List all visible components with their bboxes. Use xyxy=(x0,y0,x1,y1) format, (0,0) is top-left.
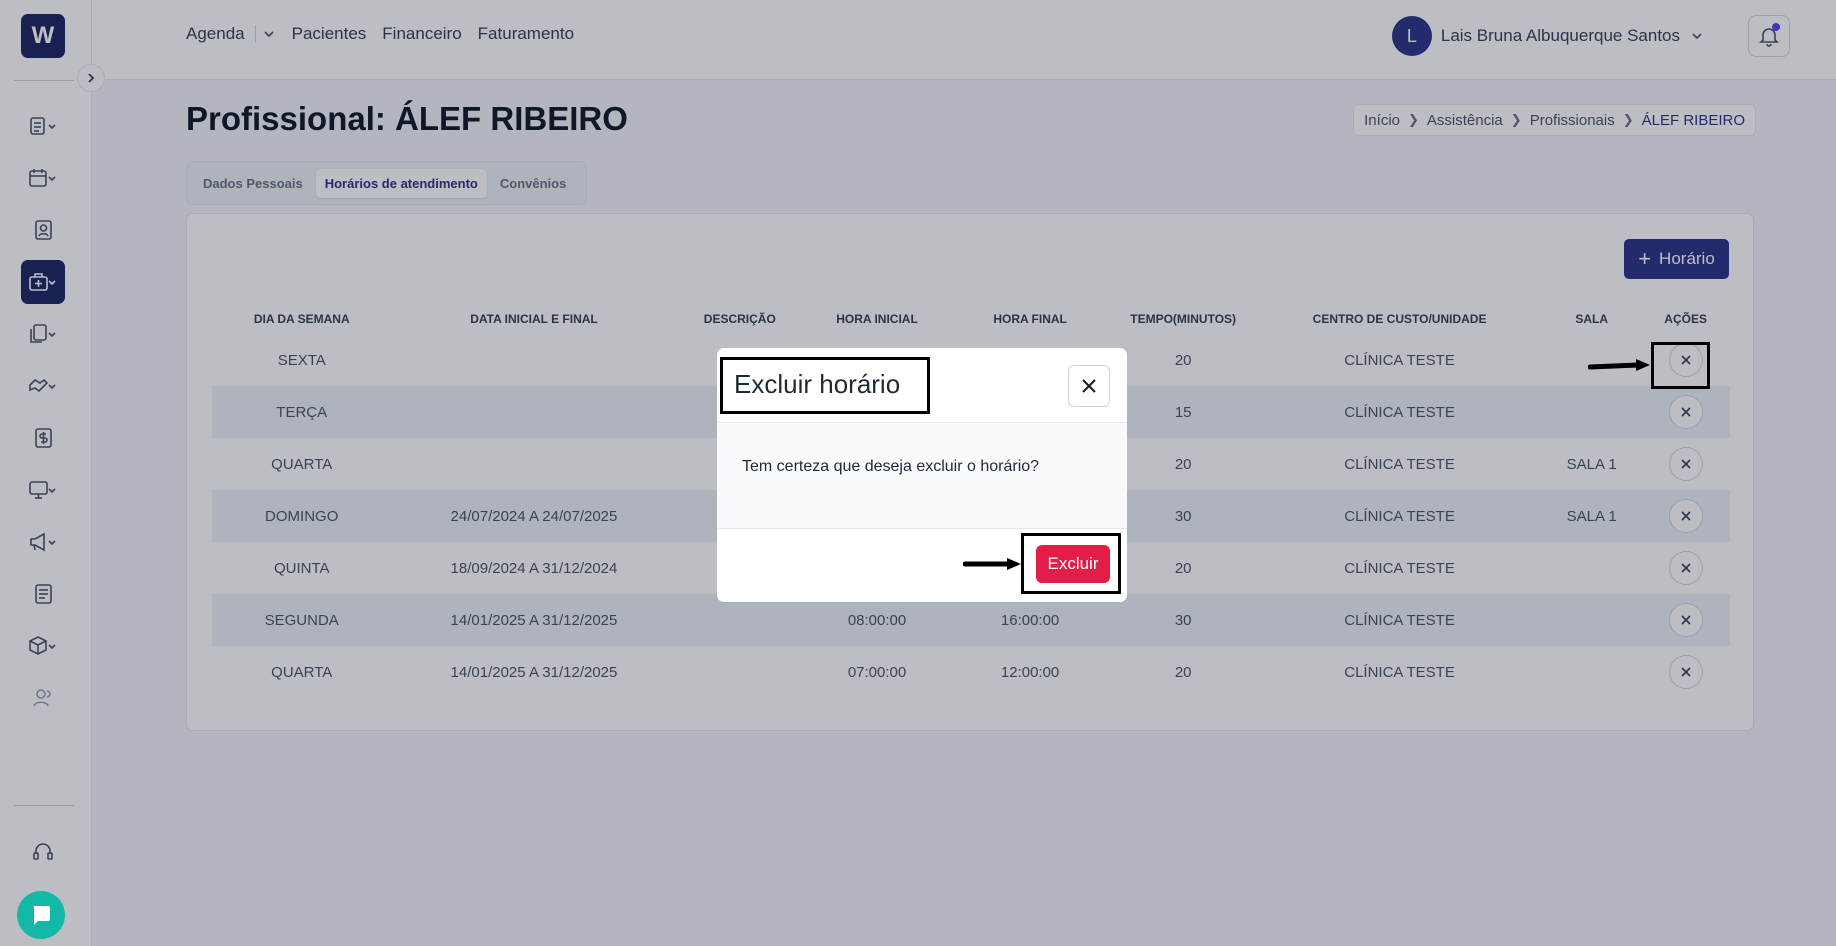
close-icon xyxy=(1082,379,1096,393)
annotation-box-action xyxy=(1651,342,1710,389)
chat-button[interactable] xyxy=(17,891,65,939)
arrow-icon xyxy=(963,558,1021,570)
dialog-body: Tem certeza que deseja excluir o horário… xyxy=(717,423,1127,529)
annotation-box-confirm xyxy=(1021,533,1121,594)
annotation-box-title xyxy=(720,357,930,414)
chat-icon xyxy=(33,906,50,925)
dialog-close-button[interactable] xyxy=(1068,365,1110,407)
arrow-icon xyxy=(1588,359,1650,371)
dialog-message: Tem certeza que deseja excluir o horário… xyxy=(742,458,1040,475)
